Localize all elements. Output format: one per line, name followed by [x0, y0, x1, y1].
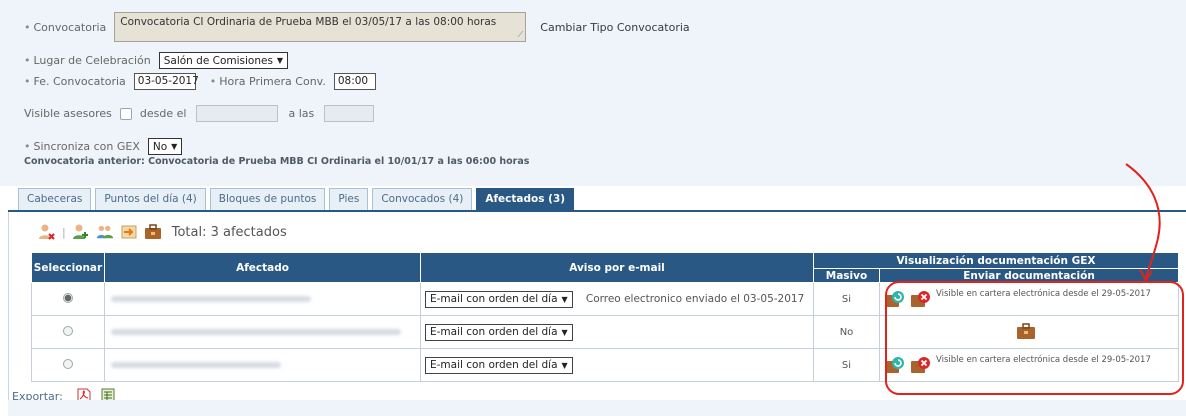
lugar-value: Salón de Comisiones [163, 54, 273, 67]
dropdown-arrow-icon: ▼ [561, 360, 568, 370]
select-cell [31, 282, 105, 316]
hora-label: Hora Primera Conv. [219, 75, 326, 88]
afectado-cell [104, 282, 421, 316]
row-radio[interactable] [63, 358, 73, 369]
aviso-cell: E-mail con orden del día ▼ [420, 315, 814, 349]
bullet: • [24, 140, 31, 153]
users-icon[interactable] [96, 223, 114, 241]
sincroniza-value: No [152, 140, 168, 153]
briefcase-icon[interactable] [144, 223, 162, 241]
col-aviso: Aviso por e-mail [420, 252, 814, 283]
afectado-cell [104, 315, 421, 349]
masivo-cell: Si [813, 348, 880, 382]
tab-bar: Cabeceras Puntos del día (4) Bloques de … [18, 188, 578, 211]
select-cell [31, 315, 105, 349]
desde-label: desde el [139, 107, 187, 120]
lugar-label: Lugar de Celebración [33, 54, 151, 67]
dropdown-arrow-icon: ▼ [276, 56, 284, 65]
aviso-value: E-mail con orden del día [430, 293, 558, 305]
bottom-bar [8, 400, 1186, 416]
convocatoria-row: • Convocatoria Convocatoria CI Ordinaria… [24, 12, 690, 42]
fecha-row: • Fe. Convocatoria 03-05-2017 • Hora Pri… [24, 73, 376, 90]
dropdown-arrow-icon: ▼ [561, 327, 568, 337]
blurred-name [111, 361, 281, 368]
aviso-cell: E-mail con orden del día ▼ Correo electro… [420, 282, 814, 316]
sincroniza-label: Sincroniza con GEX [33, 140, 140, 153]
col-seleccionar: Seleccionar [31, 252, 105, 283]
fecha-input[interactable]: 03-05-2017 [133, 73, 199, 90]
form-area: • Convocatoria Convocatoria CI Ordinaria… [0, 0, 1186, 186]
visible-checkbox[interactable] [119, 107, 132, 120]
convocatoria-label: Convocatoria [33, 20, 107, 34]
aviso-select[interactable]: E-mail con orden del día ▼ [425, 290, 573, 308]
convocatoria-textarea[interactable]: Convocatoria CI Ordinaria de Prueba MBB … [114, 12, 527, 42]
highlight-box [885, 281, 1184, 395]
tab-bloques[interactable]: Bloques de puntos [209, 188, 326, 211]
afectado-cell [104, 348, 421, 382]
blurred-name [111, 295, 311, 302]
lugar-row: • Lugar de Celebración Salón de Comision… [24, 52, 289, 69]
bullet: • [24, 54, 31, 67]
dropdown-arrow-icon: ▼ [561, 294, 568, 304]
fecha-label: Fe. Convocatoria [33, 75, 126, 88]
row-radio[interactable] [63, 325, 73, 336]
anterior-note: Convocatoria anterior: Convocatoria de P… [24, 156, 530, 167]
cambiar-tipo-link[interactable]: Cambiar Tipo Convocatoria [540, 21, 689, 34]
alas-input[interactable] [324, 105, 375, 122]
alas-label: a las [288, 107, 315, 120]
tab-cabeceras[interactable]: Cabeceras [18, 188, 92, 211]
col-afectado: Afectado [104, 252, 421, 283]
email-status: Correo electronico enviado el 03-05-2017 [585, 293, 805, 305]
bullet: • [24, 20, 31, 34]
desde-input[interactable] [196, 105, 279, 122]
aviso-select[interactable]: E-mail con orden del día ▼ [425, 356, 573, 374]
row-radio[interactable] [63, 292, 73, 303]
select-cell [31, 348, 105, 382]
sincroniza-select[interactable]: No ▼ [147, 138, 183, 155]
resize-grip-icon[interactable]: ⟋ [518, 30, 524, 40]
aviso-value: E-mail con orden del día [430, 326, 558, 338]
aviso-cell: E-mail con orden del día ▼ [420, 348, 814, 382]
add-user-icon[interactable] [72, 223, 90, 241]
remove-user-icon[interactable] [38, 223, 56, 241]
masivo-cell: Si [813, 282, 880, 316]
tab-puntos[interactable]: Puntos del día (4) [95, 188, 206, 211]
tab-pies[interactable]: Pies [329, 188, 369, 211]
total-afectados: Total: 3 afectados [171, 224, 287, 240]
tab-convocados[interactable]: Convocados (4) [372, 188, 473, 211]
import-icon[interactable] [120, 223, 138, 241]
masivo-cell: No [813, 315, 880, 349]
toolbar-separator: | [62, 225, 66, 239]
visible-row: Visible asesores desde el a las [24, 105, 375, 122]
sincroniza-row: • Sincroniza con GEX No ▼ [24, 138, 183, 155]
aviso-value: E-mail con orden del día [430, 359, 558, 371]
lugar-select[interactable]: Salón de Comisiones ▼ [158, 52, 289, 69]
visible-label: Visible asesores [24, 107, 112, 120]
tab-afectados[interactable]: Afectados (3) [476, 188, 575, 211]
bullet: • [209, 75, 217, 88]
dropdown-arrow-icon: ▼ [171, 142, 178, 151]
blurred-name [111, 328, 401, 335]
toolbar: | Total: 3 afectados [38, 223, 287, 241]
annotation-arrow-icon [1125, 163, 1161, 282]
hora-input[interactable]: 08:00 [333, 73, 376, 90]
aviso-select[interactable]: E-mail con orden del día ▼ [425, 323, 573, 341]
col-masivo: Masivo [813, 268, 880, 283]
bullet: • [24, 75, 31, 88]
convocatoria-value: Convocatoria CI Ordinaria de Prueba MBB … [120, 16, 497, 28]
